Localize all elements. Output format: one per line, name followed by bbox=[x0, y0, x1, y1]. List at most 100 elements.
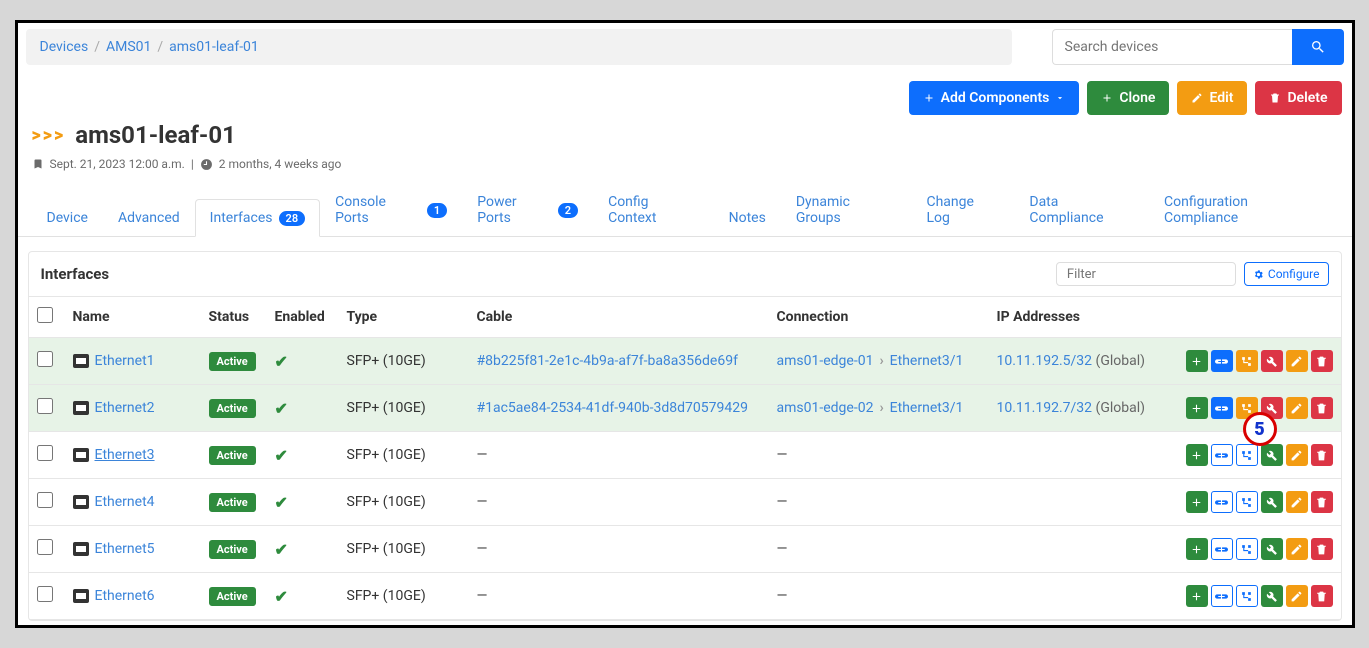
port-icon bbox=[73, 542, 89, 556]
filter-input[interactable] bbox=[1056, 262, 1236, 286]
cable-link[interactable]: #1ac5ae84-2534-41df-940b-3d8d70579429 bbox=[477, 400, 748, 416]
tab-console-ports[interactable]: Console Ports 1 bbox=[320, 183, 462, 236]
add-ip-button[interactable] bbox=[1186, 444, 1208, 466]
delete-interface-button[interactable] bbox=[1311, 444, 1333, 466]
disconnect-button[interactable] bbox=[1261, 350, 1283, 372]
connect-button[interactable] bbox=[1211, 491, 1233, 513]
mark-connected-button[interactable] bbox=[1261, 538, 1283, 560]
add-ip-button[interactable] bbox=[1186, 397, 1208, 419]
trace-button[interactable] bbox=[1211, 397, 1233, 419]
disconnect-button[interactable] bbox=[1261, 397, 1283, 419]
row-checkbox[interactable] bbox=[37, 445, 53, 461]
type-cell: SFP+ (10GE) bbox=[339, 385, 469, 432]
interface-link[interactable]: Ethernet4 bbox=[95, 494, 155, 510]
interface-link[interactable]: Ethernet2 bbox=[95, 400, 155, 416]
edit-interface-button[interactable] bbox=[1286, 585, 1308, 607]
mark-connected-button[interactable] bbox=[1261, 585, 1283, 607]
table-row: Ethernet1Active✔SFP+ (10GE)#8b225f81-2e1… bbox=[29, 338, 1341, 385]
mark-connected-button[interactable] bbox=[1261, 444, 1283, 466]
col-name: Name bbox=[65, 297, 201, 338]
mark-connected-button[interactable] bbox=[1261, 491, 1283, 513]
connection-empty: — bbox=[769, 432, 989, 479]
tab-dynamic-groups[interactable]: Dynamic Groups bbox=[781, 183, 912, 236]
tab-advanced[interactable]: Advanced bbox=[103, 199, 195, 236]
chevron-right-icon: › bbox=[873, 353, 889, 369]
breadcrumb-site[interactable]: AMS01 bbox=[106, 39, 151, 55]
breadcrumb-device[interactable]: ams01-leaf-01 bbox=[169, 39, 259, 55]
tab-data-compliance[interactable]: Data Compliance bbox=[1014, 183, 1149, 236]
tab-power-ports[interactable]: Power Ports 2 bbox=[462, 183, 593, 236]
attach-button[interactable] bbox=[1236, 538, 1258, 560]
col-type: Type bbox=[339, 297, 469, 338]
breadcrumb-root[interactable]: Devices bbox=[40, 39, 89, 55]
cable-link[interactable]: #8b225f81-2e1c-4b9a-af7f-ba8a356de69f bbox=[477, 353, 738, 369]
delete-interface-button[interactable] bbox=[1311, 491, 1333, 513]
add-ip-button[interactable] bbox=[1186, 538, 1208, 560]
port-icon bbox=[73, 354, 89, 368]
clock-icon bbox=[200, 158, 213, 171]
row-checkbox[interactable] bbox=[37, 492, 53, 508]
clone-button[interactable]: Clone bbox=[1087, 81, 1169, 115]
search-button[interactable] bbox=[1292, 29, 1344, 65]
attach-button[interactable] bbox=[1236, 491, 1258, 513]
connect-button[interactable] bbox=[1211, 538, 1233, 560]
row-checkbox[interactable] bbox=[37, 398, 53, 414]
delete-interface-button[interactable] bbox=[1311, 538, 1333, 560]
status-badge: Active bbox=[209, 587, 256, 606]
col-ip: IP Addresses bbox=[989, 297, 1174, 338]
interface-link[interactable]: Ethernet1 bbox=[95, 353, 155, 369]
edit-interface-button[interactable] bbox=[1286, 538, 1308, 560]
col-connection: Connection bbox=[769, 297, 989, 338]
tab-interfaces[interactable]: Interfaces 28 bbox=[195, 199, 320, 237]
attach-button[interactable] bbox=[1236, 585, 1258, 607]
tab-config-context[interactable]: Config Context bbox=[593, 183, 714, 236]
tab-device[interactable]: Device bbox=[32, 199, 103, 236]
connection-device-link[interactable]: ams01-edge-02 bbox=[777, 400, 874, 416]
type-cell: SFP+ (10GE) bbox=[339, 573, 469, 620]
connection-interface-link[interactable]: Ethernet3/1 bbox=[890, 400, 964, 416]
delete-interface-button[interactable] bbox=[1311, 585, 1333, 607]
delete-interface-button[interactable] bbox=[1311, 397, 1333, 419]
tab-config-compliance[interactable]: Configuration Compliance bbox=[1149, 183, 1338, 236]
interface-link[interactable]: Ethernet3 bbox=[95, 447, 155, 463]
select-all-checkbox[interactable] bbox=[37, 307, 53, 323]
add-ip-button[interactable] bbox=[1186, 585, 1208, 607]
ip-link[interactable]: 10.11.192.5/32 bbox=[997, 353, 1093, 369]
lldp-button[interactable] bbox=[1236, 397, 1258, 419]
cable-empty: — bbox=[469, 526, 769, 573]
lldp-button[interactable] bbox=[1236, 350, 1258, 372]
edit-button[interactable]: Edit bbox=[1177, 81, 1247, 115]
connect-button[interactable] bbox=[1211, 444, 1233, 466]
interface-link[interactable]: Ethernet5 bbox=[95, 541, 155, 557]
attach-button[interactable] bbox=[1236, 444, 1258, 466]
row-checkbox[interactable] bbox=[37, 586, 53, 602]
tab-notes[interactable]: Notes bbox=[714, 199, 781, 236]
connect-button[interactable] bbox=[1211, 585, 1233, 607]
delete-interface-button[interactable] bbox=[1311, 350, 1333, 372]
ip-link[interactable]: 10.11.192.7/32 bbox=[997, 400, 1093, 416]
configure-button[interactable]: Configure bbox=[1244, 262, 1329, 286]
add-components-button[interactable]: Add Components bbox=[909, 81, 1080, 115]
type-cell: SFP+ (10GE) bbox=[339, 338, 469, 385]
col-status: Status bbox=[201, 297, 267, 338]
add-ip-button[interactable] bbox=[1186, 350, 1208, 372]
delete-button[interactable]: Delete bbox=[1255, 81, 1341, 115]
interface-link[interactable]: Ethernet6 bbox=[95, 588, 155, 604]
tab-change-log[interactable]: Change Log bbox=[911, 183, 1014, 236]
edit-interface-button[interactable] bbox=[1286, 491, 1308, 513]
cable-empty: — bbox=[469, 573, 769, 620]
connection-empty: — bbox=[769, 526, 989, 573]
status-badge: Active bbox=[209, 540, 256, 559]
search-input[interactable] bbox=[1052, 29, 1292, 65]
add-ip-button[interactable] bbox=[1186, 491, 1208, 513]
row-checkbox[interactable] bbox=[37, 351, 53, 367]
status-badge: Active bbox=[209, 446, 256, 465]
row-checkbox[interactable] bbox=[37, 539, 53, 555]
edit-interface-button[interactable] bbox=[1286, 444, 1308, 466]
connection-device-link[interactable]: ams01-edge-01 bbox=[777, 353, 874, 369]
pencil-icon bbox=[1191, 92, 1203, 104]
edit-interface-button[interactable] bbox=[1286, 397, 1308, 419]
connection-interface-link[interactable]: Ethernet3/1 bbox=[890, 353, 964, 369]
edit-interface-button[interactable] bbox=[1286, 350, 1308, 372]
trace-button[interactable] bbox=[1211, 350, 1233, 372]
